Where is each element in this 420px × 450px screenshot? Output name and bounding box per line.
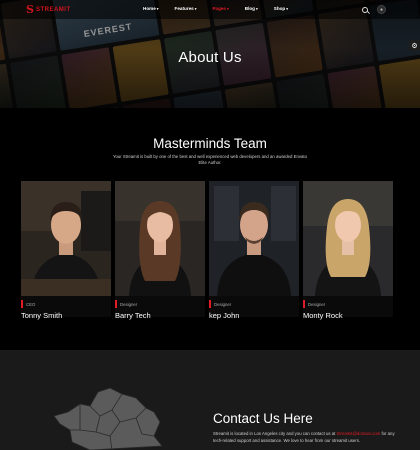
- chevron-down-icon: ▾: [156, 6, 159, 11]
- member-role: Designer: [214, 301, 232, 307]
- team-cards: CEO Tonny Smith Designer Barry Tech Desi…: [21, 181, 393, 320]
- team-card[interactable]: CEO Tonny Smith: [21, 181, 111, 320]
- gear-icon[interactable]: ⚙: [409, 40, 420, 51]
- chevron-down-icon: ▾: [227, 6, 229, 11]
- member-name[interactable]: kep John: [209, 311, 239, 320]
- member-photo: [303, 181, 393, 296]
- brand-logo[interactable]: S STREAMIT: [26, 4, 71, 15]
- member-role: CEO: [26, 301, 36, 307]
- team-card[interactable]: Designer kep John: [209, 181, 299, 320]
- chevron-down-icon: ▾: [286, 6, 288, 11]
- team-section: Masterminds Team Your Streamit is built …: [0, 108, 420, 350]
- france-map: [53, 387, 163, 450]
- team-card[interactable]: Designer Monty Rock: [303, 181, 393, 320]
- main-menu: Home ▾ Features ▾ Pages ▾ Blog ▾ Shop ▾: [143, 6, 304, 11]
- chevron-down-icon: ▾: [255, 6, 258, 11]
- contact-email-link[interactable]: Streamit@domain.com: [337, 431, 381, 436]
- member-photo: [115, 181, 205, 296]
- logo-text: STREAMIT: [35, 6, 71, 13]
- contact-title: Contact Us Here: [213, 411, 313, 426]
- member-name[interactable]: Monty Rock: [303, 311, 343, 320]
- team-card[interactable]: Designer Barry Tech: [115, 181, 205, 320]
- user-icon[interactable]: ●: [377, 5, 386, 14]
- nav-item-features[interactable]: Features ▾: [175, 6, 197, 11]
- member-role: Designer: [308, 301, 326, 307]
- member-photo: [21, 181, 111, 296]
- team-subtitle: Your Streamit is built by one of the bes…: [112, 154, 308, 165]
- top-navbar: S STREAMIT Home ▾ Features ▾ Pages ▾ Blog ▾ …: [0, 0, 420, 19]
- nav-item-pages[interactable]: Pages ▾: [212, 6, 228, 11]
- member-name[interactable]: Barry Tech: [115, 311, 151, 320]
- logo-letter: S: [26, 3, 34, 16]
- contact-section: Contact Us Here Streamit is located in L…: [0, 350, 420, 450]
- contact-text: Streamit is located in Los Angeles city …: [213, 431, 395, 443]
- team-title: Masterminds Team: [153, 136, 267, 151]
- page-title: About Us: [178, 49, 242, 66]
- member-photo: [209, 181, 299, 296]
- nav-item-shop[interactable]: Shop ▾: [274, 6, 288, 11]
- nav-item-home[interactable]: Home ▾: [143, 6, 159, 11]
- member-name[interactable]: Tonny Smith: [21, 311, 62, 320]
- chevron-down-icon: ▾: [194, 6, 197, 11]
- search-icon[interactable]: [362, 6, 368, 13]
- member-role: Designer: [120, 301, 138, 307]
- nav-item-blog[interactable]: Blog ▾: [245, 6, 258, 11]
